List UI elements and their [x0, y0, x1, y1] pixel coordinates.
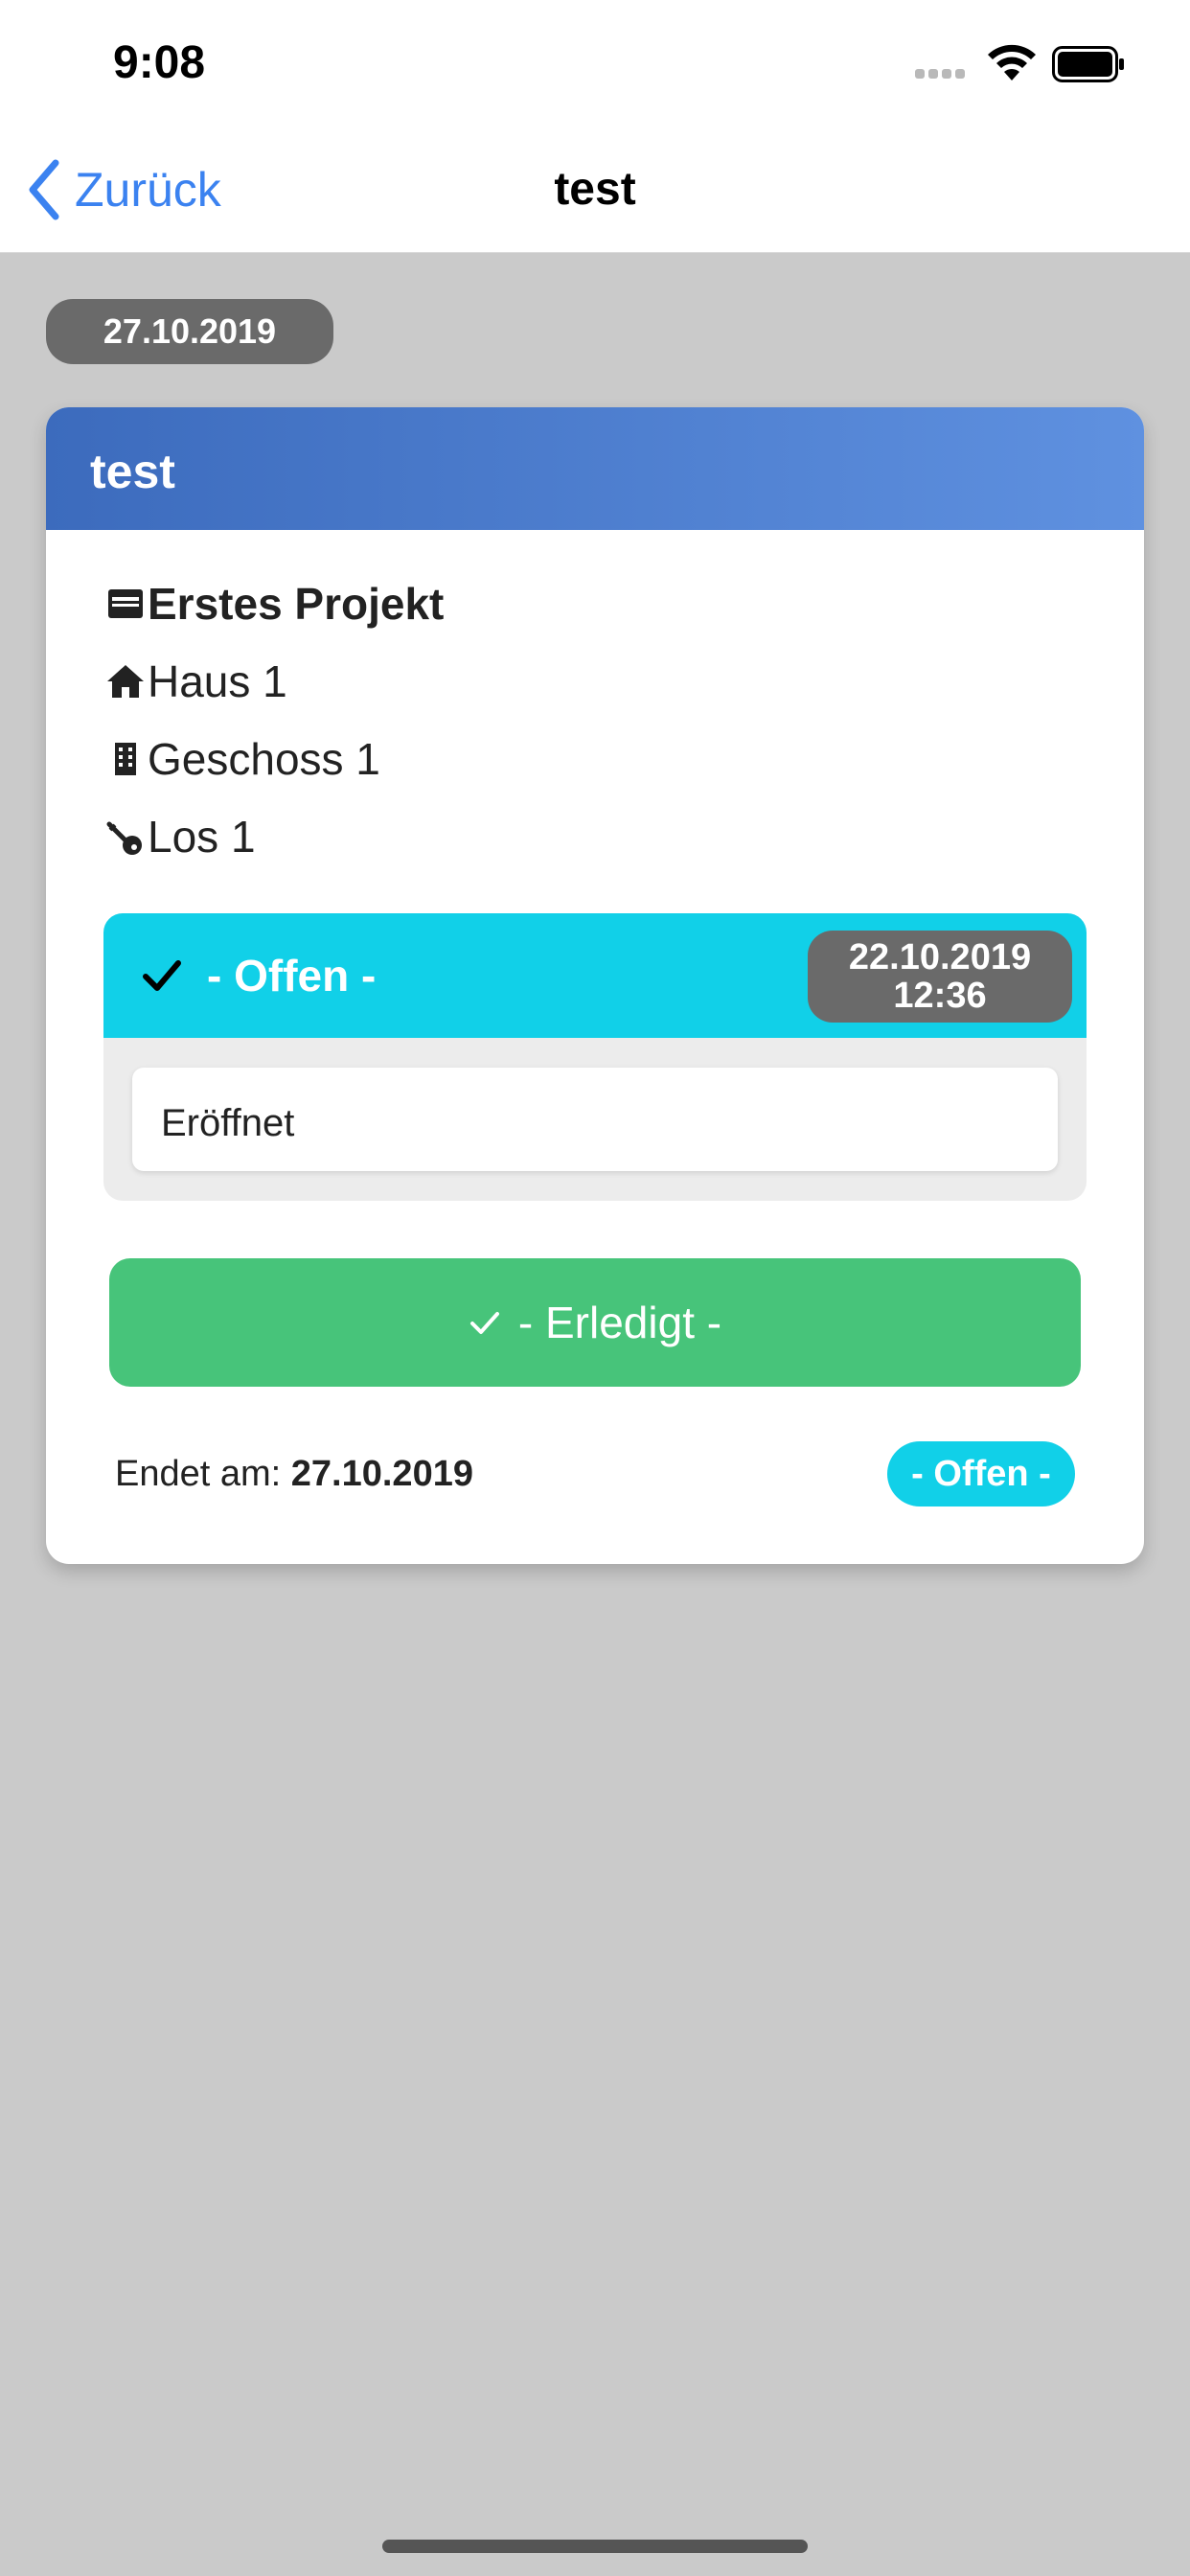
status-note-text: Eröffnet	[161, 1102, 295, 1144]
house-row: Haus 1	[105, 656, 287, 707]
inbox-icon	[108, 589, 143, 618]
page-title: test	[554, 164, 636, 215]
status-entry-label: - Offen -	[207, 951, 377, 1000]
status-entry: - Offen - 22.10.2019 12:36 Eröffnet	[103, 913, 1087, 1201]
wifi-icon	[988, 44, 1036, 80]
end-date-label: Endet am:	[115, 1454, 282, 1494]
status-entry-time: 12:36	[893, 976, 987, 1016]
status-entry-date: 22.10.2019	[848, 937, 1032, 978]
card-title: test	[90, 445, 175, 498]
status-entry-header: - Offen - 22.10.2019 12:36	[103, 913, 1087, 1038]
task-card: test Erstes Projekt Haus 1 Geschoss 1 Lo…	[46, 407, 1144, 1564]
status-entry-timestamp: 22.10.2019 12:36	[808, 931, 1072, 1023]
lot-name: Los 1	[148, 812, 256, 862]
project-row: Erstes Projekt	[105, 578, 444, 630]
mark-done-button[interactable]: - Erledigt -	[109, 1258, 1081, 1387]
lot-row: Los 1	[105, 811, 256, 862]
card-header: test	[46, 407, 1144, 530]
cellular-signal-icon	[915, 69, 969, 80]
end-date-row: Endet am: 27.10.2019	[115, 1454, 473, 1495]
check-icon	[143, 960, 181, 991]
floor-name: Geschoss 1	[148, 734, 380, 784]
battery-icon	[1052, 46, 1124, 82]
project-name: Erstes Projekt	[148, 579, 445, 629]
status-time: 9:08	[113, 37, 206, 88]
home-indicator[interactable]	[382, 2540, 808, 2553]
end-date-value: 27.10.2019	[290, 1454, 473, 1494]
status-note-field: Eröffnet	[132, 1068, 1058, 1171]
status-bar: 9:08	[0, 0, 1190, 125]
status-badge: - Offen -	[887, 1441, 1075, 1506]
key-icon	[106, 821, 142, 855]
building-icon	[115, 743, 136, 775]
navigation-bar: Zurück test	[0, 125, 1190, 253]
floor-row: Geschoss 1	[105, 733, 380, 785]
date-badge: 27.10.2019	[46, 299, 333, 364]
mark-done-label: - Erledigt -	[517, 1298, 722, 1347]
home-icon	[107, 665, 144, 698]
house-name: Haus 1	[148, 656, 287, 706]
check-icon	[469, 1312, 499, 1334]
